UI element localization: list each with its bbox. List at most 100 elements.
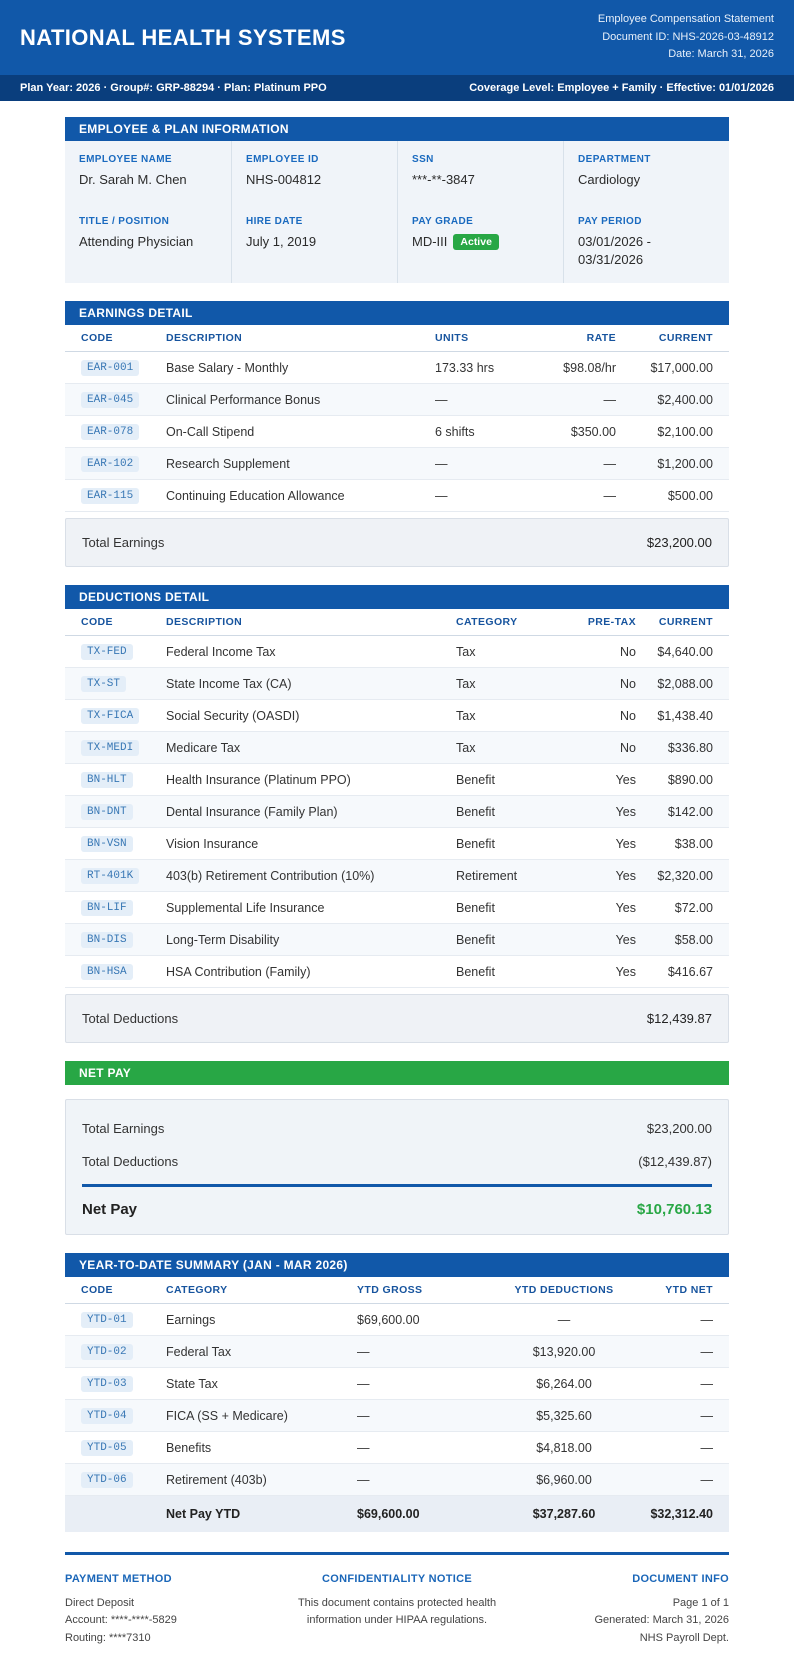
statement-body: EMPLOYEE & PLAN INFORMATION EMPLOYEE NAM… — [0, 101, 794, 1647]
deduction-row: BN-VSN Vision Insurance Benefit Yes $38.… — [65, 828, 729, 860]
col-category: CATEGORY — [166, 1284, 228, 1296]
deduction-category: Benefit — [456, 772, 495, 787]
ytd-net: — — [700, 1312, 714, 1327]
ytd-category: Earnings — [166, 1312, 216, 1327]
ytd-code: YTD-06 — [81, 1472, 133, 1488]
deduction-row: BN-DNT Dental Insurance (Family Plan) Be… — [65, 796, 729, 828]
ytd-column-headers: CODE CATEGORY YTD GROSS YTD DEDUCTIONS Y… — [65, 1277, 729, 1304]
employee-info-field: EMPLOYEE NAME Dr. Sarah M. Chen — [65, 141, 231, 203]
deduction-pretax: Yes — [615, 900, 636, 915]
deduction-category: Tax — [456, 708, 476, 723]
ytd-category: Retirement (403b) — [166, 1472, 267, 1487]
deduction-code: RT-401K — [81, 868, 140, 884]
ytd-header: YEAR-TO-DATE SUMMARY (JAN - MAR 2026) — [65, 1253, 729, 1277]
ytd-deductions: $4,818.00 — [536, 1440, 592, 1455]
ytd-category: State Tax — [166, 1376, 218, 1391]
earning-code: EAR-115 — [81, 488, 140, 504]
deduction-row: BN-LIF Supplemental Life Insurance Benef… — [65, 892, 729, 924]
payment-method-line: Routing: ****7310 — [65, 1631, 151, 1644]
ytd-total-row: Net Pay YTD $69,600.00 $37,287.60 $32,31… — [65, 1496, 729, 1532]
deduction-category: Benefit — [456, 932, 495, 947]
earnings-row: EAR-001 Base Salary - Monthly 173.33 hrs… — [65, 352, 729, 384]
employee-info-field: EMPLOYEE ID NHS-004812 — [231, 141, 397, 203]
earnings-column-headers: CODE DESCRIPTION UNITS RATE CURRENT — [65, 325, 729, 352]
earning-units: 6 shifts — [435, 424, 475, 439]
document-id: Document ID: NHS-2026-03-48912 — [602, 30, 774, 43]
deduction-code: BN-VSN — [81, 836, 133, 852]
deduction-description: Dental Insurance (Family Plan) — [166, 804, 338, 819]
deduction-row: TX-ST State Income Tax (CA) Tax No $2,08… — [65, 668, 729, 700]
net-pay-value: $10,760.13 — [636, 1201, 712, 1218]
deduction-pretax: No — [620, 644, 636, 659]
employee-info-header: EMPLOYEE & PLAN INFORMATION — [65, 117, 729, 141]
ytd-deductions: $6,264.00 — [536, 1376, 592, 1391]
earning-units: 173.33 hrs — [435, 360, 495, 375]
ytd-deductions: $13,920.00 — [532, 1344, 596, 1359]
col-ytd-net: YTD NET — [665, 1284, 713, 1296]
deduction-current: $1,438.40 — [657, 708, 713, 723]
deduction-current: $142.00 — [667, 804, 713, 819]
deduction-category: Retirement — [456, 868, 518, 883]
document-meta: Employee Compensation Statement Document… — [598, 11, 774, 64]
deduction-pretax: No — [620, 676, 636, 691]
net-pay-box: Total Earnings $23,200.00 Total Deductio… — [65, 1099, 729, 1235]
ytd-gross: — — [357, 1408, 370, 1423]
deduction-row: RT-401K 403(b) Retirement Contribution (… — [65, 860, 729, 892]
employee-info-field: TITLE / POSITION Attending Physician — [65, 203, 231, 283]
deduction-description: Vision Insurance — [166, 836, 259, 851]
earnings-row: EAR-045 Clinical Performance Bonus — — $… — [65, 384, 729, 416]
field-label: EMPLOYEE NAME — [79, 154, 172, 165]
col-code: CODE — [81, 616, 113, 628]
field-label: EMPLOYEE ID — [246, 154, 319, 165]
deductions-header: DEDUCTIONS DETAIL — [65, 585, 729, 609]
ytd-gross: $69,600.00 — [357, 1312, 420, 1327]
earning-code: EAR-045 — [81, 392, 140, 408]
ytd-gross: — — [357, 1472, 370, 1487]
deduction-code: TX-ST — [81, 676, 127, 692]
earning-rate: $98.08/hr — [563, 360, 616, 375]
ytd-category: Federal Tax — [166, 1344, 232, 1359]
ytd-code: YTD-05 — [81, 1440, 133, 1456]
earning-code: EAR-078 — [81, 424, 140, 440]
employee-info-field: PAY GRADE MD-III Active — [397, 203, 563, 283]
earnings-header: EARNINGS DETAIL — [65, 301, 729, 325]
ytd-row: YTD-06 Retirement (403b) — $6,960.00 — — [65, 1464, 729, 1496]
earning-units: — — [435, 392, 448, 407]
section-deductions: DEDUCTIONS DETAIL CODE DESCRIPTION CATEG… — [65, 585, 729, 1043]
net-pay-label: Net Pay — [82, 1201, 138, 1218]
deduction-pretax: Yes — [615, 868, 636, 883]
field-label: SSN — [412, 154, 434, 165]
ytd-deductions: — — [557, 1312, 571, 1327]
deductions-table-body: TX-FED Federal Income Tax Tax No $4,640.… — [65, 636, 729, 988]
earning-units: — — [435, 488, 448, 503]
deduction-code: TX-MEDI — [81, 740, 140, 756]
net-pay-header: NET PAY — [65, 1061, 729, 1085]
col-category: CATEGORY — [456, 616, 518, 628]
deduction-description: State Income Tax (CA) — [166, 676, 292, 691]
deduction-description: HSA Contribution (Family) — [166, 964, 311, 979]
field-value: Cardiology — [578, 172, 641, 187]
deduction-pretax: Yes — [615, 804, 636, 819]
deduction-row: BN-HLT Health Insurance (Platinum PPO) B… — [65, 764, 729, 796]
summary-label: Total Deductions — [82, 1154, 179, 1169]
col-ytd-deductions: YTD DEDUCTIONS — [514, 1284, 614, 1296]
field-value: July 1, 2019 — [246, 234, 317, 249]
deduction-description: Supplemental Life Insurance — [166, 900, 325, 915]
deduction-description: 403(b) Retirement Contribution (10%) — [166, 868, 375, 883]
col-current: CURRENT — [658, 332, 713, 344]
ytd-net: — — [700, 1376, 714, 1391]
ytd-total-gross: $69,600.00 — [357, 1507, 420, 1521]
earning-rate: — — [603, 392, 617, 407]
deduction-code: BN-DNT — [81, 804, 133, 820]
payment-method-lines: Direct Deposit Account: ****-****-5829 Rou… — [65, 1595, 273, 1648]
deduction-description: Social Security (OASDI) — [166, 708, 300, 723]
deduction-code: TX-FICA — [81, 708, 140, 724]
col-units: UNITS — [435, 332, 469, 344]
field-label: DEPARTMENT — [578, 154, 651, 165]
deduction-current: $4,640.00 — [657, 644, 713, 659]
employee-info-field: SSN ***-**-3847 — [397, 141, 563, 203]
earning-rate: — — [603, 456, 617, 471]
deduction-pretax: Yes — [615, 836, 636, 851]
deduction-pretax: Yes — [615, 932, 636, 947]
deduction-current: $890.00 — [667, 772, 713, 787]
